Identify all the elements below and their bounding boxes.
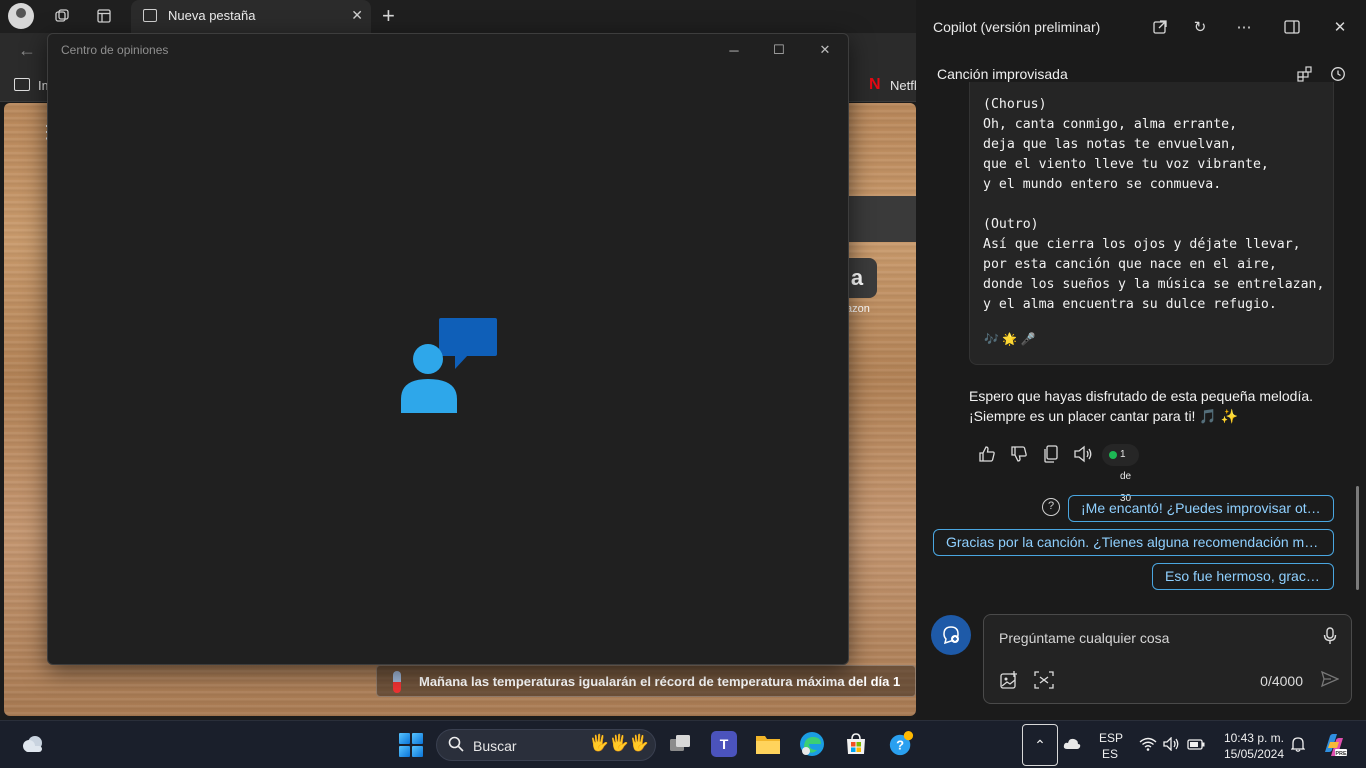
get-help-icon[interactable]: ? [888,731,914,757]
copilot-title: Copilot (versión preliminar) [933,19,1101,35]
microsoft-store-icon[interactable] [843,731,869,757]
news-headline[interactable]: Mañana las temperaturas igualarán el réc… [376,665,916,697]
windows-taskbar: Buscar 🖐🖐🖐 T ? ⌃ ESP ES 10:43 p. m. 15/0… [0,720,1366,768]
add-image-icon[interactable] [1000,671,1018,694]
conversation-title: Canción improvisada [937,66,1068,82]
language-code: ESP [1099,731,1124,745]
window-title: Centro de opiniones [61,43,169,57]
news-headline-bold: del día 1 [848,674,901,689]
teams-icon[interactable]: T [711,731,737,757]
sidebar-toggle-icon[interactable] [1280,15,1304,39]
clock-time: 10:43 p. m. [1223,731,1284,745]
close-panel-icon[interactable]: ✕ [1328,15,1352,39]
battery-icon[interactable] [1187,739,1205,768]
song-lyrics-card: (Chorus) Oh, canta conmigo, alma errante… [969,82,1334,365]
song-emojis: 🎶 🌟 🎤 [984,332,1036,346]
thumbs-up-icon[interactable] [976,443,998,465]
assistant-message: Espero que hayas disfrutado de esta pequ… [969,388,1314,424]
file-explorer-icon[interactable] [755,731,781,757]
new-tab-page-icon [143,9,157,22]
favorites-folder-icon[interactable] [14,78,30,91]
amazon-tile-label: azon [846,303,870,315]
new-topic-button[interactable] [931,615,971,655]
back-arrow-icon[interactable]: ← [18,40,36,61]
new-topic-icon [943,626,959,645]
microphone-icon[interactable] [1323,627,1337,650]
svg-text:PRE: PRE [1335,751,1347,757]
maximize-icon[interactable]: ☐ [764,40,794,60]
weather-cloud-icon[interactable] [21,734,45,754]
help-icon[interactable]: ? [1042,498,1060,516]
keyboard-layout-code: ES [1101,747,1118,761]
svg-text:?: ? [896,738,904,753]
read-aloud-icon[interactable] [1072,443,1094,465]
screenshot-capture-icon[interactable] [1034,671,1054,694]
news-headline-text: Mañana las temperaturas igualarán el réc… [419,674,849,689]
song-lyrics: (Chorus) Oh, canta conmigo, alma errante… [983,97,1325,312]
copilot-panel: Copilot (versión preliminar) ↻ ⋯ ✕ Canci… [916,0,1366,720]
edge-browser-icon[interactable] [799,731,825,757]
chat-input-placeholder[interactable]: Pregúntame cualquier cosa [999,630,1169,646]
suggestion-chip-2[interactable]: Gracias por la canción. ¿Tienes alguna r… [933,529,1334,556]
profile-avatar-icon[interactable] [8,3,34,29]
character-counter: 0/4000 [1260,673,1303,689]
feedback-hub-logo-icon [401,318,497,413]
thermometer-icon [393,671,401,693]
input-language-indicator[interactable]: ESP ES [1099,730,1124,768]
thumbs-down-icon[interactable] [1008,443,1030,465]
copy-icon[interactable] [1040,443,1062,465]
search-label: Buscar [473,738,517,754]
send-icon[interactable] [1320,670,1340,693]
taskbar-search[interactable]: Buscar 🖐🖐🖐 [436,729,656,761]
clock-date: 15/05/2024 [1223,747,1284,761]
copilot-taskbar-icon[interactable]: PRE [1321,732,1347,768]
web-search-bar[interactable] [848,196,916,242]
clock[interactable]: 10:43 p. m. 15/05/2024 [1222,730,1284,768]
start-windows-icon[interactable] [399,733,423,757]
new-tab-plus-icon[interactable]: + [382,3,395,29]
suggestion-chip-1[interactable]: ¡Me encantó! ¿Puedes improvisar otra? [1068,495,1334,522]
chat-scrollbar[interactable] [1356,486,1359,590]
feedback-hub-window: Centro de opiniones ─ ☐ ✕ [47,33,849,665]
minimize-icon[interactable]: ─ [719,40,749,60]
show-hidden-icons-chevron-icon[interactable]: ⌃ [1022,724,1058,766]
onedrive-cloud-icon[interactable] [1063,736,1081,768]
notifications-bell-icon[interactable] [1290,736,1306,768]
response-counter: 1 de 30 [1102,444,1140,504]
tab-close-icon[interactable]: ✕ [351,7,363,24]
volume-icon[interactable] [1163,736,1181,768]
close-window-icon[interactable]: ✕ [810,40,840,60]
task-view-icon[interactable] [668,731,694,757]
tab-title: Nueva pestaña [168,8,256,23]
suggestion-chip-3[interactable]: Eso fue hermoso, gracias. [1152,563,1334,590]
browser-tab-bar: Nueva pestaña ✕ + [0,0,916,33]
search-highlight-hands-icon: 🖐🖐🖐 [589,735,649,752]
vertical-tabs-icon[interactable] [91,4,117,28]
chat-composer[interactable]: Pregúntame cualquier cosa 0/4000 [983,614,1352,704]
tab-new-tab[interactable]: Nueva pestaña ✕ [131,0,371,33]
more-options-icon[interactable]: ⋯ [1232,15,1256,39]
wifi-icon[interactable] [1139,737,1157,768]
workspaces-icon[interactable] [49,4,75,28]
search-icon [448,736,464,756]
netflix-icon: N [869,76,881,93]
refresh-icon[interactable]: ↻ [1188,15,1212,39]
favorites-item-netflix[interactable]: Netfl [890,78,917,93]
open-in-new-icon[interactable] [1148,15,1172,39]
